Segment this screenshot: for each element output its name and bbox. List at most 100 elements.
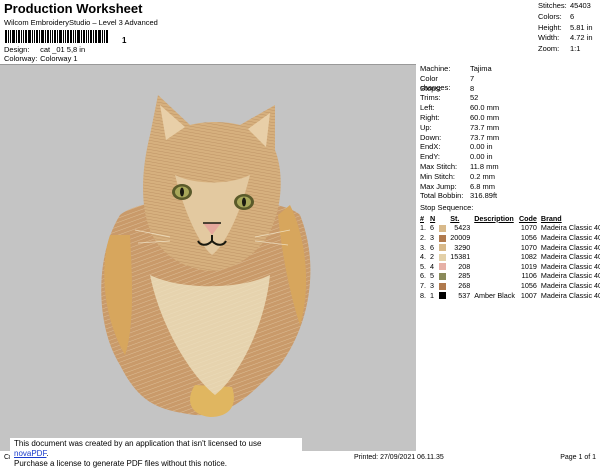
info-value: 52 bbox=[470, 93, 479, 103]
thread-brand: Madeira Classic 40 bbox=[540, 223, 600, 233]
thread-description: Amber Black bbox=[474, 290, 515, 300]
page-number: Page 1 of 1 bbox=[560, 453, 596, 461]
notice-period: . bbox=[46, 449, 49, 458]
col-swatch bbox=[437, 213, 448, 223]
color-swatch bbox=[437, 271, 448, 281]
info-value: 73.7 mm bbox=[470, 132, 500, 142]
thread-description bbox=[472, 252, 517, 262]
stop-sequence-row: 1. 6 5423 1070 Madeira Classic 40 bbox=[418, 223, 600, 233]
stitch-count: 208 bbox=[458, 261, 471, 271]
colorway-row: Colorway: Colorway 1 bbox=[4, 54, 78, 63]
thread-color-swatch bbox=[439, 225, 447, 233]
stitch-count: 285 bbox=[458, 271, 471, 281]
color-swatch bbox=[437, 233, 448, 243]
machine-info-panel: Machine: Tajima Color changes: 7 Stops: 8 Trim… bbox=[418, 64, 600, 450]
stop-sequence-heading: Stop Sequence: bbox=[420, 203, 474, 213]
thread-color-swatch bbox=[439, 263, 447, 271]
stop-sequence-table: # N St. Description Code Brand 1. 6 5423 10… bbox=[418, 213, 600, 300]
design-preview-canvas[interactable] bbox=[0, 64, 416, 451]
stat-label: Colors: bbox=[538, 11, 562, 21]
thread-description bbox=[472, 271, 517, 281]
stop-number: 2. bbox=[420, 233, 426, 243]
info-value: 7 bbox=[470, 73, 475, 83]
col-num: # bbox=[420, 213, 424, 223]
info-label: Down: bbox=[420, 132, 442, 142]
needle-number: 6 bbox=[430, 223, 434, 233]
thread-code: 1007 bbox=[520, 290, 537, 300]
stitch-count: 15381 bbox=[450, 252, 471, 262]
machine-info-row: Machine: Tajima bbox=[418, 64, 600, 74]
thread-description bbox=[472, 223, 517, 233]
stitch-count: 5423 bbox=[454, 223, 471, 233]
machine-info-row: Right: 60.0 mm bbox=[418, 113, 600, 123]
needle-number: 4 bbox=[430, 261, 434, 271]
thread-brand: Madeira Classic 40 bbox=[540, 290, 600, 300]
stop-sequence-row: 5. 4 208 1019 Madeira Classic 40 bbox=[418, 262, 600, 272]
thread-description bbox=[472, 242, 517, 252]
machine-info-row: Color changes: 7 bbox=[418, 73, 600, 92]
col-code: Code bbox=[518, 213, 537, 223]
machine-info-row: Trims: 52 bbox=[418, 93, 600, 103]
stat-row: Width: 4.72 in bbox=[538, 33, 594, 44]
machine-info-row: Up: 73.7 mm bbox=[418, 123, 600, 133]
info-value: 60.0 mm bbox=[470, 103, 500, 113]
color-swatch bbox=[437, 262, 448, 272]
info-value: 0.00 in bbox=[470, 142, 493, 152]
stat-value: 6 bbox=[570, 11, 575, 21]
notice-text: This document was created by an applicat… bbox=[14, 439, 262, 448]
stop-sequence-row: 3. 6 3290 1070 Madeira Classic 40 bbox=[418, 242, 600, 252]
info-value: 60.0 mm bbox=[470, 112, 500, 122]
machine-info-row: Total Bobbin: 316.89ft bbox=[418, 191, 600, 201]
stat-row: Stitches: 45403 bbox=[538, 1, 594, 12]
machine-info-row: Left: 60.0 mm bbox=[418, 103, 600, 113]
machine-info-row: Max Jump: 6.8 mm bbox=[418, 182, 600, 192]
info-value: 0.2 mm bbox=[470, 171, 496, 181]
machine-info-row: Min Stitch: 0.2 mm bbox=[418, 172, 600, 182]
stop-number: 6. bbox=[420, 271, 426, 281]
stop-sequence-row: 6. 5 285 1106 Madeira Classic 40 bbox=[418, 271, 600, 281]
machine-info-row: Down: 73.7 mm bbox=[418, 133, 600, 143]
stat-label: Height: bbox=[538, 22, 562, 32]
thread-color-swatch bbox=[439, 282, 447, 290]
info-value: 6.8 mm bbox=[470, 181, 496, 191]
printed-timestamp: Printed: 27/09/2021 06.11.35 bbox=[354, 453, 444, 461]
needle-number: 3 bbox=[430, 281, 434, 291]
novapdf-link[interactable]: novaPDF bbox=[14, 449, 46, 458]
thread-code: 1056 bbox=[520, 233, 537, 243]
info-label: Total Bobbin: bbox=[420, 191, 464, 201]
col-description: Description bbox=[474, 213, 514, 223]
info-label: Min Stitch: bbox=[420, 171, 456, 181]
stat-value: 1:1 bbox=[570, 44, 581, 54]
needle-number: 2 bbox=[430, 252, 434, 262]
stop-number: 4. bbox=[420, 252, 426, 262]
stop-number: 7. bbox=[420, 281, 426, 291]
stat-row: Zoom: 1:1 bbox=[538, 44, 594, 55]
stop-sequence-row: 4. 2 15381 1082 Madeira Classic 40 bbox=[418, 252, 600, 262]
thread-color-swatch bbox=[439, 234, 447, 242]
needle-number: 1 bbox=[430, 290, 434, 300]
info-value: 11.8 mm bbox=[470, 161, 499, 171]
thread-code: 1056 bbox=[520, 281, 537, 291]
info-label: Max Stitch: bbox=[420, 161, 458, 171]
stitch-count: 3290 bbox=[454, 242, 471, 252]
stat-value: 4.72 in bbox=[570, 33, 593, 43]
thread-code: 1070 bbox=[520, 223, 537, 233]
info-value: 316.89ft bbox=[470, 191, 498, 201]
thread-color-swatch bbox=[439, 273, 447, 281]
thread-brand: Madeira Classic 40 bbox=[540, 233, 600, 243]
needle-number: 5 bbox=[430, 271, 434, 281]
stat-row: Height: 5.81 in bbox=[538, 23, 594, 34]
needle-number: 3 bbox=[430, 233, 434, 243]
stat-value: 5.81 in bbox=[570, 22, 593, 32]
info-label: Color changes: bbox=[420, 73, 451, 92]
info-label: Max Jump: bbox=[420, 181, 457, 191]
col-n: N bbox=[430, 213, 436, 223]
thread-brand: Madeira Classic 40 bbox=[540, 261, 600, 271]
cat-embroidery-image bbox=[101, 95, 311, 417]
barcode-suffix: 1 bbox=[122, 36, 127, 45]
stop-number: 3. bbox=[420, 242, 426, 252]
info-value: 73.7 mm bbox=[470, 122, 500, 132]
stat-value: 45403 bbox=[570, 1, 591, 10]
machine-info-row: Max Stitch: 11.8 mm bbox=[418, 162, 600, 172]
stop-sequence-row: 8. 1 537 Amber Black 1007 Madeira Classic 40 bbox=[418, 290, 600, 300]
